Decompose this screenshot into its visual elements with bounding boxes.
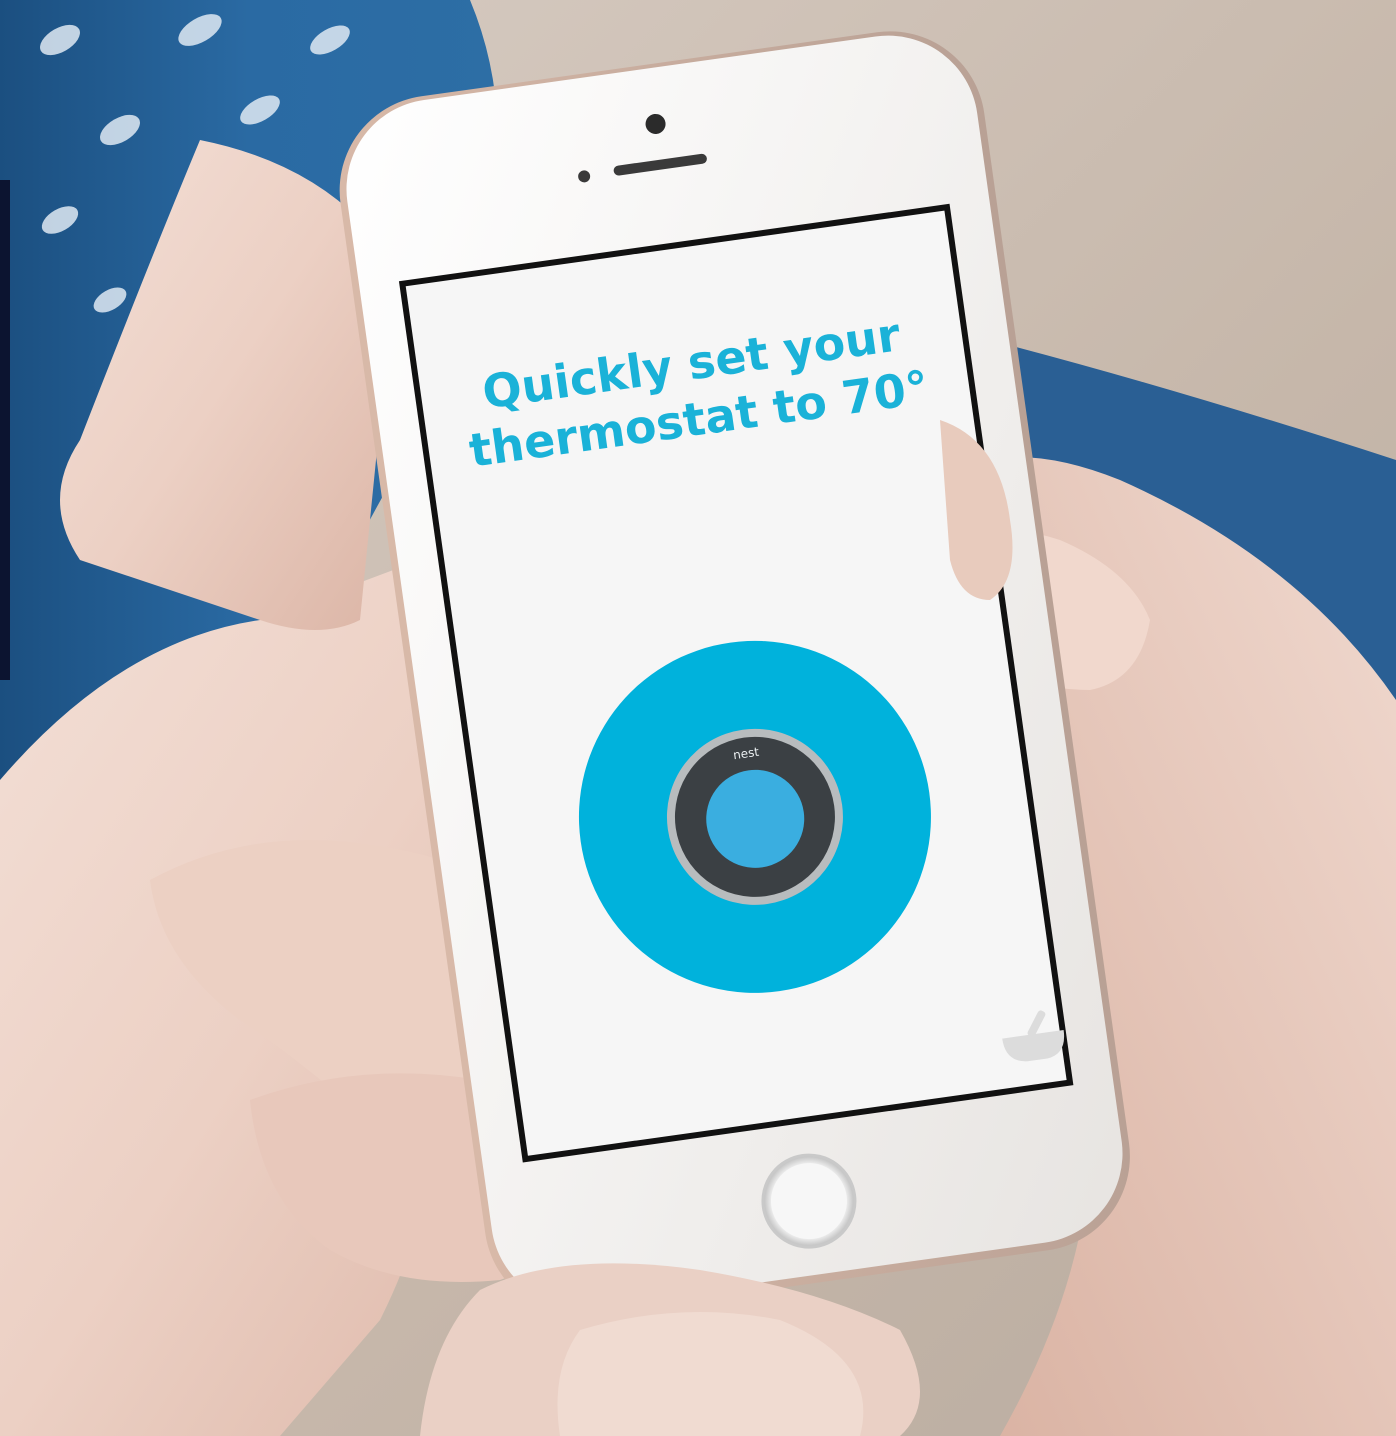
dark-edge	[0, 180, 10, 680]
photo-scene: Quickly set your thermostat to 70° nest	[0, 0, 1396, 1436]
photo-illustration: Quickly set your thermostat to 70° nest	[0, 0, 1396, 1436]
